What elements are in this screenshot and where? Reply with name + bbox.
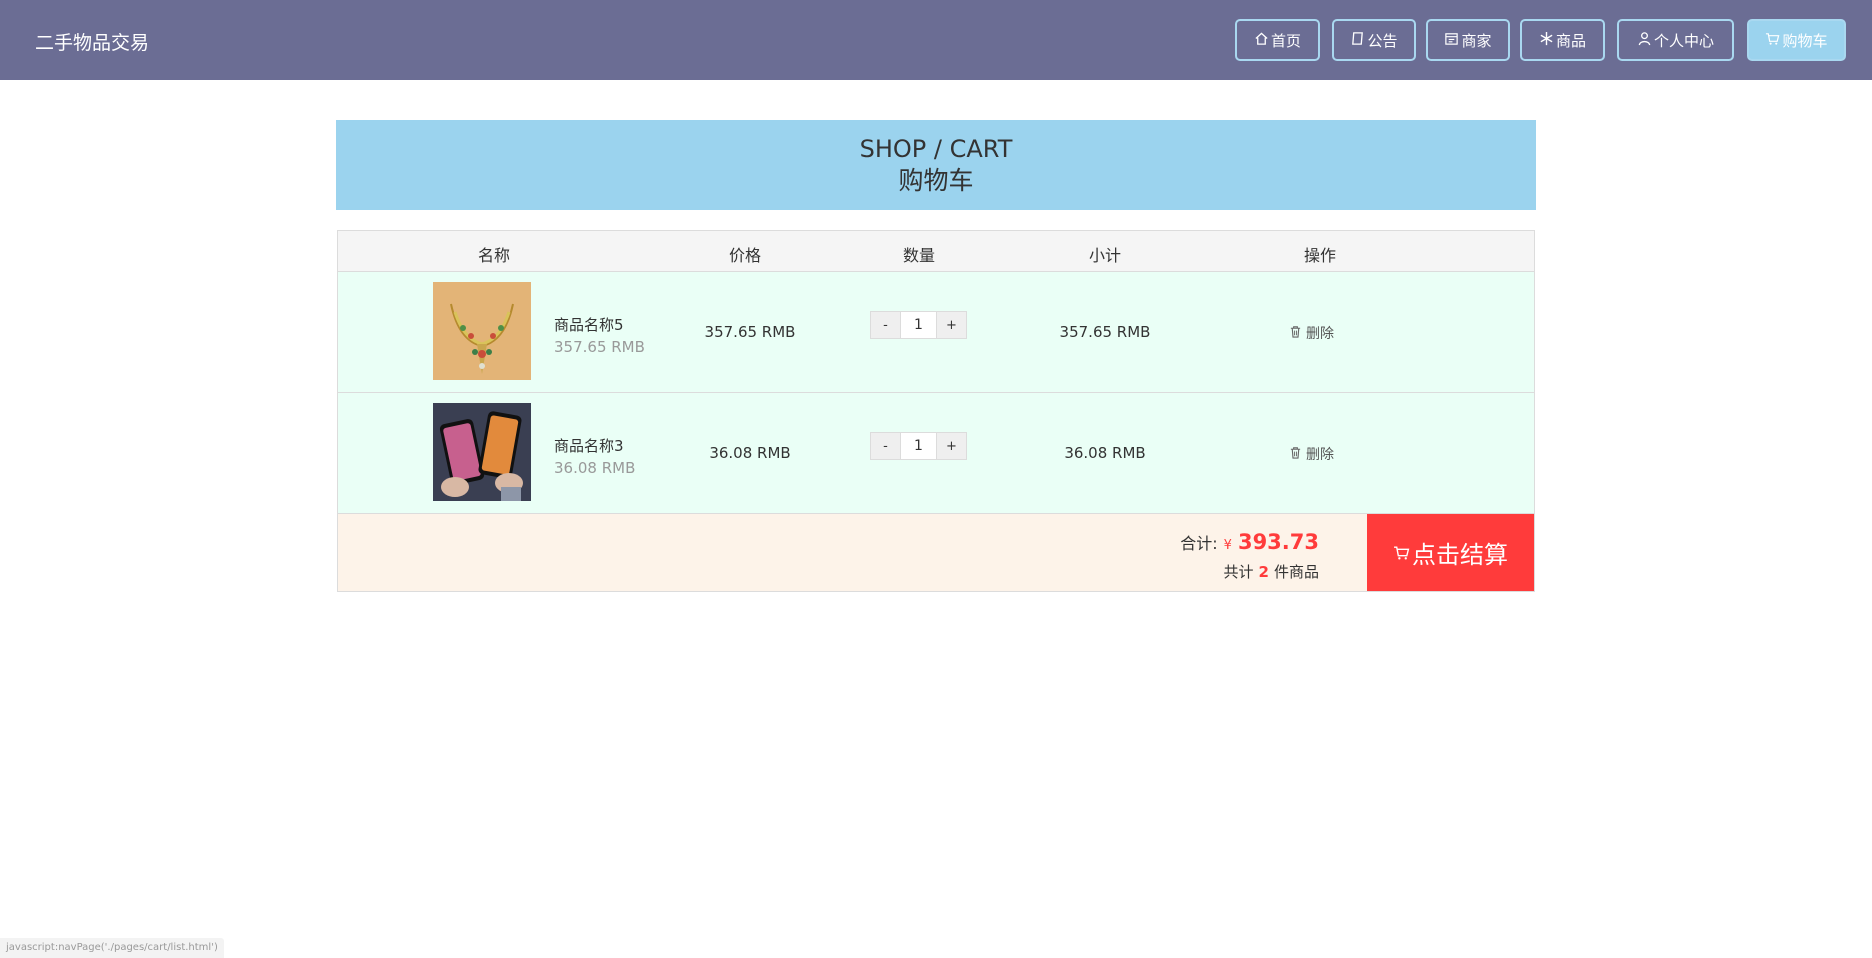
product-name[interactable]: 商品名称3	[554, 435, 624, 456]
top-navbar: 二手物品交易 首页 公告 商家 商品 个人中心 购物车	[0, 0, 1872, 80]
product-unit-price: 36.08 RMB	[554, 459, 636, 477]
nav-profile-label: 个人中心	[1653, 31, 1714, 50]
product-unit-price: 357.65 RMB	[554, 338, 645, 356]
cart-icon	[1765, 31, 1780, 50]
checkout-label: 点击结算	[1412, 541, 1508, 569]
delete-label: 删除	[1306, 326, 1334, 342]
total-line: 合计: ¥ 393.73	[1180, 530, 1319, 554]
header-quantity: 数量	[902, 246, 936, 265]
table-row: 商品名称3 36.08 RMB 36.08 RMB - 1 + 36.08 RM…	[338, 393, 1534, 514]
page-title-en: SHOP / CART	[859, 135, 1013, 163]
header-name: 名称	[477, 246, 511, 265]
increase-button[interactable]: +	[936, 432, 967, 460]
product-image[interactable]	[433, 403, 531, 501]
header-action: 操作	[1303, 246, 1337, 265]
page-title-cn: 购物车	[898, 166, 974, 195]
currency-symbol: ¥	[1223, 538, 1232, 553]
nav-home[interactable]: 首页	[1235, 19, 1320, 61]
product-name[interactable]: 商品名称5	[554, 314, 624, 335]
price-cell: 36.08 RMB	[709, 444, 791, 462]
nav-store[interactable]: 商家	[1426, 19, 1510, 61]
nav-cart[interactable]: 购物车	[1747, 19, 1846, 61]
page-title-banner: SHOP / CART 购物车	[336, 120, 1536, 210]
cart-icon	[1393, 539, 1410, 567]
cart-table: 名称 价格 数量 小计 操作 商品名称5 357.65 RMB 357.65 R…	[337, 230, 1535, 592]
nav-store-label: 商家	[1461, 31, 1492, 50]
nav-goods[interactable]: 商品	[1520, 19, 1605, 61]
nav-home-label: 首页	[1270, 31, 1301, 50]
item-count-line: 共计 2 件商品	[1224, 561, 1319, 582]
quantity-stepper: - 1 +	[870, 311, 967, 339]
delete-button[interactable]: 删除	[1289, 444, 1334, 464]
delete-label: 删除	[1306, 447, 1334, 463]
nav-goods-label: 商品	[1555, 31, 1586, 50]
home-icon	[1254, 31, 1269, 50]
table-header: 名称 价格 数量 小计 操作	[338, 231, 1534, 272]
delete-button[interactable]: 删除	[1289, 323, 1334, 343]
decrease-button[interactable]: -	[870, 311, 901, 339]
quantity-input[interactable]: 1	[901, 432, 936, 460]
count-suffix: 件商品	[1273, 563, 1319, 581]
price-cell: 357.65 RMB	[704, 323, 796, 341]
status-bar-url: javascript:navPage('./pages/cart/list.ht…	[0, 938, 224, 958]
subtotal-cell: 36.08 RMB	[1064, 444, 1146, 462]
count-prefix: 共计	[1223, 563, 1254, 581]
notice-icon	[1350, 31, 1365, 50]
quantity-stepper: - 1 +	[870, 432, 967, 460]
nav-profile[interactable]: 个人中心	[1617, 19, 1734, 61]
quantity-input[interactable]: 1	[901, 311, 936, 339]
decrease-button[interactable]: -	[870, 432, 901, 460]
product-image[interactable]	[433, 282, 531, 380]
item-count: 2	[1258, 563, 1269, 581]
total-amount: 393.73	[1237, 530, 1319, 554]
checkout-button[interactable]: 点击结算	[1367, 514, 1534, 591]
trash-icon	[1289, 446, 1302, 463]
store-icon	[1444, 31, 1459, 50]
header-subtotal: 小计	[1088, 246, 1122, 265]
snowflake-icon	[1539, 31, 1554, 50]
subtotal-cell: 357.65 RMB	[1059, 323, 1151, 341]
nav-cart-label: 购物车	[1782, 31, 1828, 50]
increase-button[interactable]: +	[936, 311, 967, 339]
total-label: 合计:	[1180, 534, 1218, 553]
user-icon	[1637, 31, 1652, 50]
cart-summary: 合计: ¥ 393.73 共计 2 件商品 点击结算	[338, 514, 1534, 591]
nav-notice-label: 公告	[1367, 31, 1398, 50]
header-price: 价格	[728, 246, 762, 265]
nav-notice[interactable]: 公告	[1332, 19, 1416, 61]
table-row: 商品名称5 357.65 RMB 357.65 RMB - 1 + 357.65…	[338, 272, 1534, 393]
site-brand[interactable]: 二手物品交易	[35, 28, 149, 55]
trash-icon	[1289, 325, 1302, 342]
